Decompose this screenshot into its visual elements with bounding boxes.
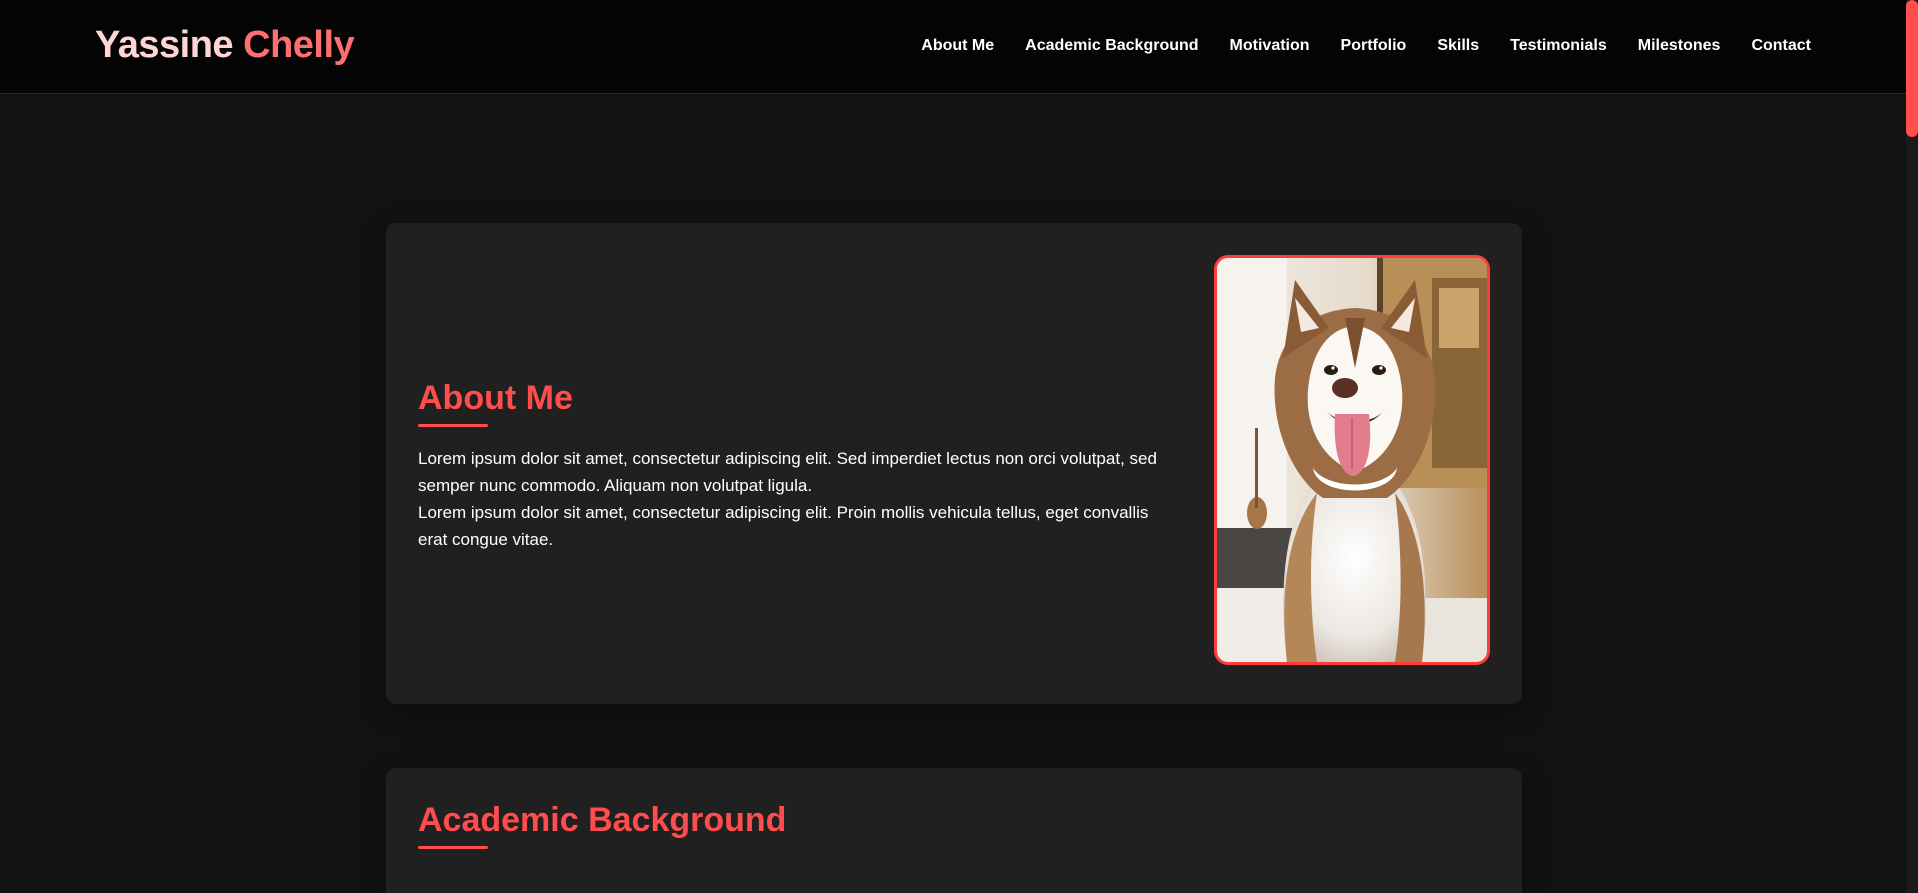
nav-contact[interactable]: Contact [1751, 37, 1811, 55]
about-me-section: About Me Lorem ipsum dolor sit amet, con… [386, 223, 1522, 704]
navbar: Yassine Chelly About Me Academic Backgro… [0, 0, 1906, 94]
academic-background-title-underline [418, 846, 488, 849]
logo-last-name: Chelly [243, 24, 355, 66]
academic-background-title: Academic Background [418, 801, 787, 839]
husky-dog-image [1217, 258, 1487, 662]
nav-milestones[interactable]: Milestones [1638, 37, 1721, 55]
nav-motivation[interactable]: Motivation [1230, 37, 1310, 55]
about-me-title: About Me [418, 379, 573, 417]
page-scrollbar[interactable] [1906, 0, 1918, 893]
profile-photo [1214, 255, 1490, 665]
about-me-title-underline [418, 424, 488, 427]
academic-background-section: Academic Background [386, 768, 1522, 893]
logo-first-name: Yassine [95, 24, 234, 66]
nav-about-me[interactable]: About Me [921, 37, 994, 55]
scrollbar-thumb[interactable] [1906, 0, 1918, 137]
site-logo[interactable]: Yassine Chelly [95, 24, 355, 67]
main-nav: About Me Academic Background Motivation … [921, 37, 1811, 55]
about-me-text: Lorem ipsum dolor sit amet, consectetur … [418, 445, 1158, 553]
nav-skills[interactable]: Skills [1437, 37, 1479, 55]
about-paragraph-1: Lorem ipsum dolor sit amet, consectetur … [418, 449, 1157, 495]
nav-testimonials[interactable]: Testimonials [1510, 37, 1607, 55]
nav-academic-background[interactable]: Academic Background [1025, 37, 1198, 55]
page: Yassine Chelly About Me Academic Backgro… [0, 0, 1918, 893]
about-paragraph-2: Lorem ipsum dolor sit amet, consectetur … [418, 503, 1149, 549]
nav-portfolio[interactable]: Portfolio [1341, 37, 1407, 55]
